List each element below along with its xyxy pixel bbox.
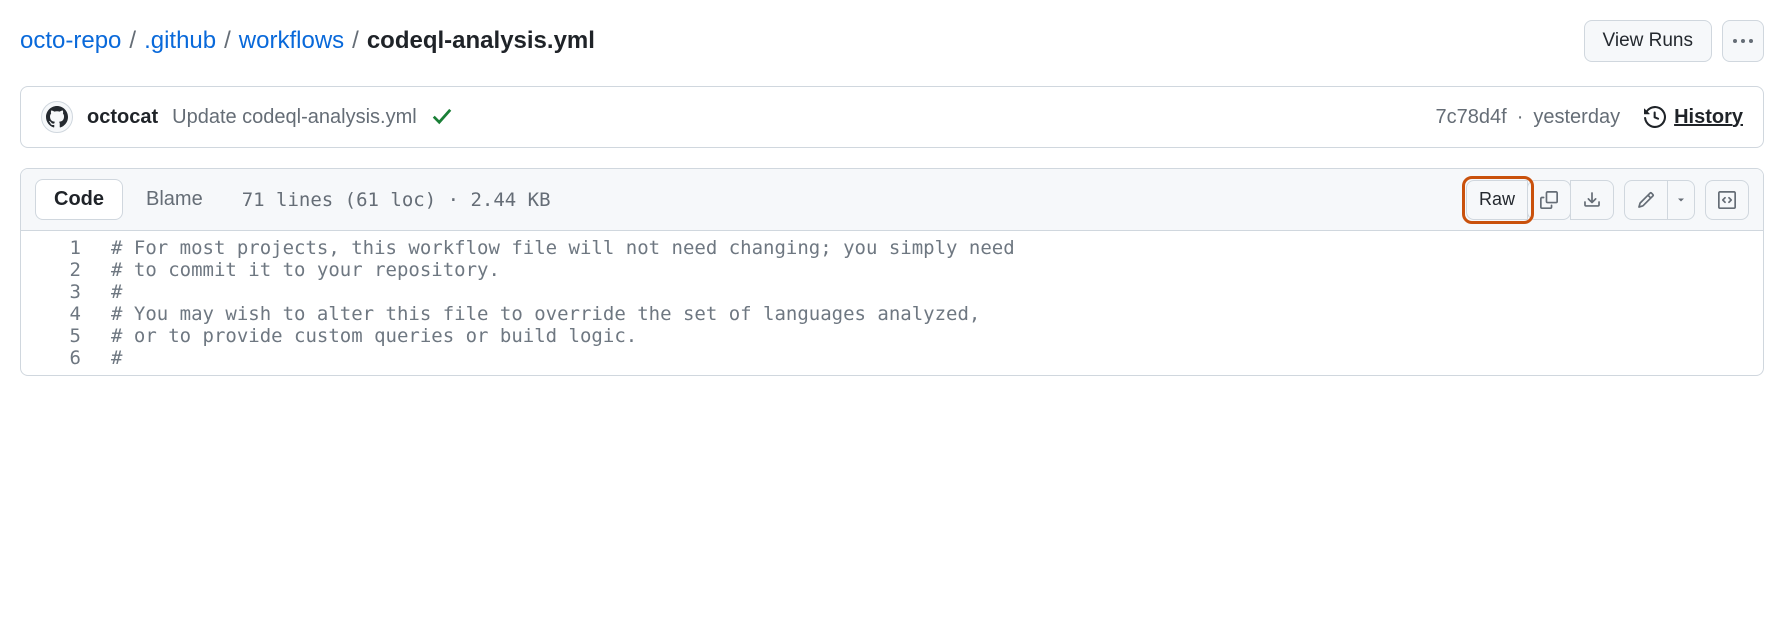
- check-icon[interactable]: [431, 105, 453, 130]
- view-runs-button[interactable]: View Runs: [1584, 20, 1712, 62]
- file-toolbar: Code Blame 71 lines (61 loc) · 2.44 KB R…: [21, 169, 1763, 231]
- code-line: 1# For most projects, this workflow file…: [21, 237, 1763, 259]
- line-number[interactable]: 2: [21, 259, 111, 281]
- avatar[interactable]: [41, 101, 73, 133]
- line-number[interactable]: 5: [21, 325, 111, 347]
- code-text: #: [111, 347, 122, 369]
- code-text: # to commit it to your repository.: [111, 259, 500, 281]
- octocat-icon: [46, 106, 68, 128]
- kebab-icon: [1733, 39, 1753, 43]
- file-header: octo-repo / .github / workflows / codeql…: [20, 20, 1764, 62]
- toolbar-left: Code Blame 71 lines (61 loc) · 2.44 KB: [35, 179, 551, 220]
- line-number[interactable]: 1: [21, 237, 111, 259]
- breadcrumb-separator: /: [224, 27, 231, 55]
- file-view-box: Code Blame 71 lines (61 loc) · 2.44 KB R…: [20, 168, 1764, 376]
- toolbar-right: Raw: [1466, 180, 1749, 220]
- line-number[interactable]: 6: [21, 347, 111, 369]
- edit-button[interactable]: [1624, 180, 1668, 220]
- commit-sha[interactable]: 7c78d4f: [1436, 106, 1507, 129]
- code-content: 1# For most projects, this workflow file…: [21, 231, 1763, 375]
- code-line: 3#: [21, 281, 1763, 303]
- history-label: History: [1674, 106, 1743, 129]
- commit-message[interactable]: Update codeql-analysis.yml: [172, 106, 417, 129]
- code-line: 2# to commit it to your repository.: [21, 259, 1763, 281]
- commit-info: octocat Update codeql-analysis.yml: [41, 101, 453, 133]
- commit-author[interactable]: octocat: [87, 106, 158, 129]
- code-text: # For most projects, this workflow file …: [111, 237, 1015, 259]
- code-text: # or to provide custom queries or build …: [111, 325, 637, 347]
- commit-time: yesterday: [1533, 106, 1620, 129]
- latest-commit-box: octocat Update codeql-analysis.yml 7c78d…: [20, 86, 1764, 148]
- file-stats: 71 lines (61 loc) · 2.44 KB: [242, 189, 551, 211]
- copy-icon: [1540, 191, 1558, 209]
- breadcrumb-folder-github[interactable]: .github: [144, 27, 216, 55]
- more-options-button[interactable]: [1722, 20, 1764, 62]
- raw-button-group: Raw: [1466, 180, 1614, 220]
- code-line: 4# You may wish to alter this file to ov…: [21, 303, 1763, 325]
- history-icon: [1644, 106, 1666, 128]
- edit-button-group: [1624, 180, 1695, 220]
- code-text: # You may wish to alter this file to ove…: [111, 303, 980, 325]
- code-text: #: [111, 281, 122, 303]
- breadcrumb-folder-workflows[interactable]: workflows: [239, 27, 344, 55]
- code-square-icon: [1718, 191, 1736, 209]
- line-number[interactable]: 4: [21, 303, 111, 325]
- raw-button[interactable]: Raw: [1466, 180, 1528, 220]
- commit-meta: 7c78d4f · yesterday History: [1436, 106, 1743, 129]
- symbols-button[interactable]: [1705, 180, 1749, 220]
- view-tabs: Code Blame: [35, 179, 222, 220]
- header-actions: View Runs: [1584, 20, 1764, 62]
- code-line: 5# or to provide custom queries or build…: [21, 325, 1763, 347]
- pencil-icon: [1637, 191, 1655, 209]
- breadcrumb-separator: /: [129, 27, 136, 55]
- history-link[interactable]: History: [1644, 106, 1743, 129]
- tab-blame[interactable]: Blame: [127, 179, 222, 220]
- breadcrumb-current-file: codeql-analysis.yml: [367, 27, 595, 55]
- chevron-down-icon: [1675, 194, 1687, 206]
- download-button[interactable]: [1570, 180, 1614, 220]
- tab-code[interactable]: Code: [35, 179, 123, 220]
- meta-separator: ·: [1517, 106, 1524, 129]
- download-icon: [1583, 191, 1601, 209]
- code-line: 6#: [21, 347, 1763, 369]
- breadcrumb: octo-repo / .github / workflows / codeql…: [20, 27, 595, 55]
- breadcrumb-separator: /: [352, 27, 359, 55]
- line-number[interactable]: 3: [21, 281, 111, 303]
- copy-button[interactable]: [1527, 180, 1571, 220]
- edit-dropdown-button[interactable]: [1667, 180, 1695, 220]
- breadcrumb-repo[interactable]: octo-repo: [20, 27, 121, 55]
